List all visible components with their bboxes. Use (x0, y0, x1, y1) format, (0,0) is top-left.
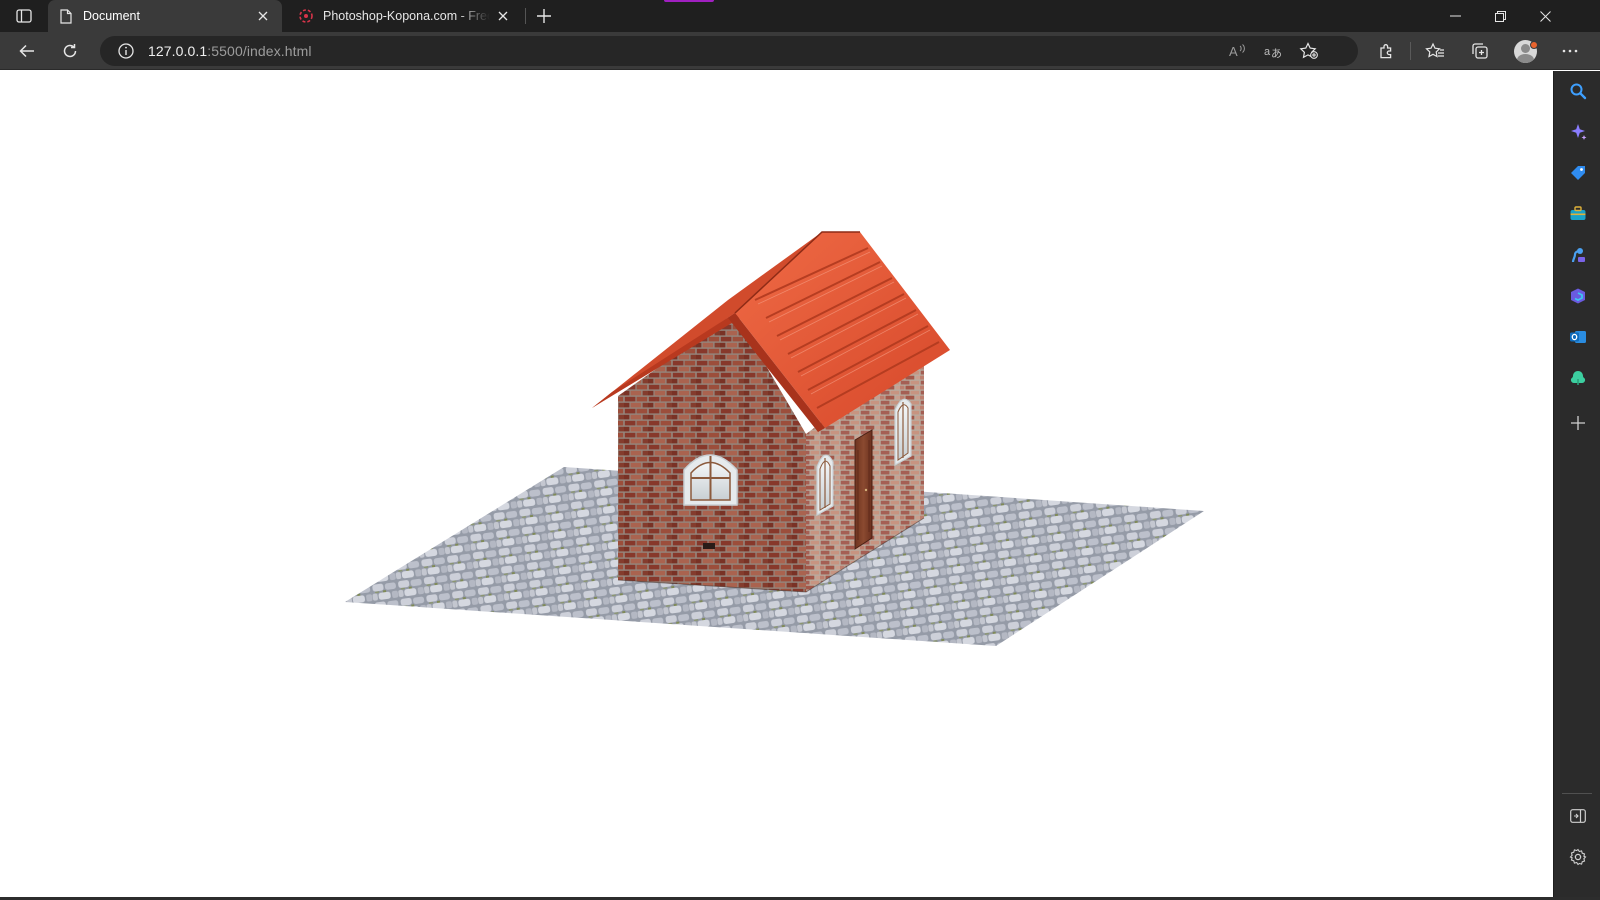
extensions-icon[interactable] (1372, 37, 1402, 65)
hide-sidebar-icon[interactable] (1563, 801, 1593, 831)
avatar-body (1517, 54, 1534, 63)
tab-title: Document (83, 9, 140, 23)
svg-text:A: A (1229, 44, 1238, 59)
wall-vent (703, 543, 715, 549)
side-window-right (894, 398, 912, 467)
add-icon[interactable] (1563, 408, 1593, 438)
restore-icon[interactable] (1477, 0, 1523, 32)
url-host: 127.0.0.1 (148, 43, 208, 59)
tab-divider (525, 8, 526, 24)
tab-photoshop-kopona[interactable]: Photoshop-Kopona.com - Free Photoshop (288, 0, 522, 32)
page-icon (58, 8, 74, 24)
tab-actions-icon[interactable] (12, 6, 36, 26)
copilot-icon[interactable] (1563, 117, 1593, 147)
close-tab-icon[interactable] (494, 7, 512, 25)
back-icon[interactable] (12, 37, 42, 65)
door-knob (864, 488, 868, 492)
sidebar-divider (1562, 793, 1592, 794)
front-window (683, 454, 738, 506)
drop-icon[interactable] (1563, 363, 1593, 393)
toolbar-divider (1410, 42, 1411, 60)
new-tab-icon[interactable] (533, 5, 555, 27)
search-icon[interactable] (1563, 76, 1593, 106)
close-icon[interactable] (1522, 0, 1568, 32)
favorites-icon[interactable] (1420, 37, 1450, 65)
svg-text:あ: あ (1271, 47, 1282, 59)
browser-toolbar: 127.0.0.1:5500/index.html A aあ (0, 32, 1600, 70)
tab-strip: Document Photoshop-Kopona.com - Free Pho… (0, 0, 1600, 32)
window-accent (664, 0, 714, 2)
games-icon[interactable] (1563, 240, 1593, 270)
settings-icon[interactable] (1563, 842, 1593, 872)
tools-icon[interactable] (1563, 199, 1593, 229)
tab-title: Photoshop-Kopona.com - Free Photoshop (323, 9, 490, 23)
refresh-icon[interactable] (55, 37, 85, 65)
more-icon[interactable] (1555, 37, 1585, 65)
url-path: :5500/index.html (207, 43, 312, 59)
minimize-icon[interactable] (1432, 0, 1478, 32)
page-viewport[interactable] (0, 71, 1553, 897)
edge-sidebar (1553, 71, 1600, 897)
shopping-icon[interactable] (1563, 158, 1593, 188)
translate-icon[interactable]: aあ (1261, 40, 1285, 62)
svg-text:a: a (1264, 46, 1271, 58)
three-d-scene[interactable] (0, 71, 1553, 897)
collections-icon[interactable] (1465, 37, 1495, 65)
avatar-head (1521, 44, 1530, 53)
microsoft-365-icon[interactable] (1563, 281, 1593, 311)
url-text[interactable]: 127.0.0.1:5500/index.html (148, 43, 312, 59)
site-info-icon[interactable] (112, 43, 140, 59)
address-bar[interactable]: 127.0.0.1:5500/index.html A aあ (100, 36, 1358, 66)
profile-status-badge (1530, 41, 1538, 49)
close-tab-icon[interactable] (254, 7, 272, 25)
tab-document[interactable]: Document (48, 0, 282, 32)
kopona-logo-icon (298, 8, 314, 24)
add-favorite-icon[interactable] (1297, 40, 1321, 62)
house-door (854, 429, 873, 550)
side-window-left (816, 454, 834, 517)
outlook-icon[interactable] (1563, 322, 1593, 352)
read-aloud-icon[interactable]: A (1226, 40, 1250, 62)
